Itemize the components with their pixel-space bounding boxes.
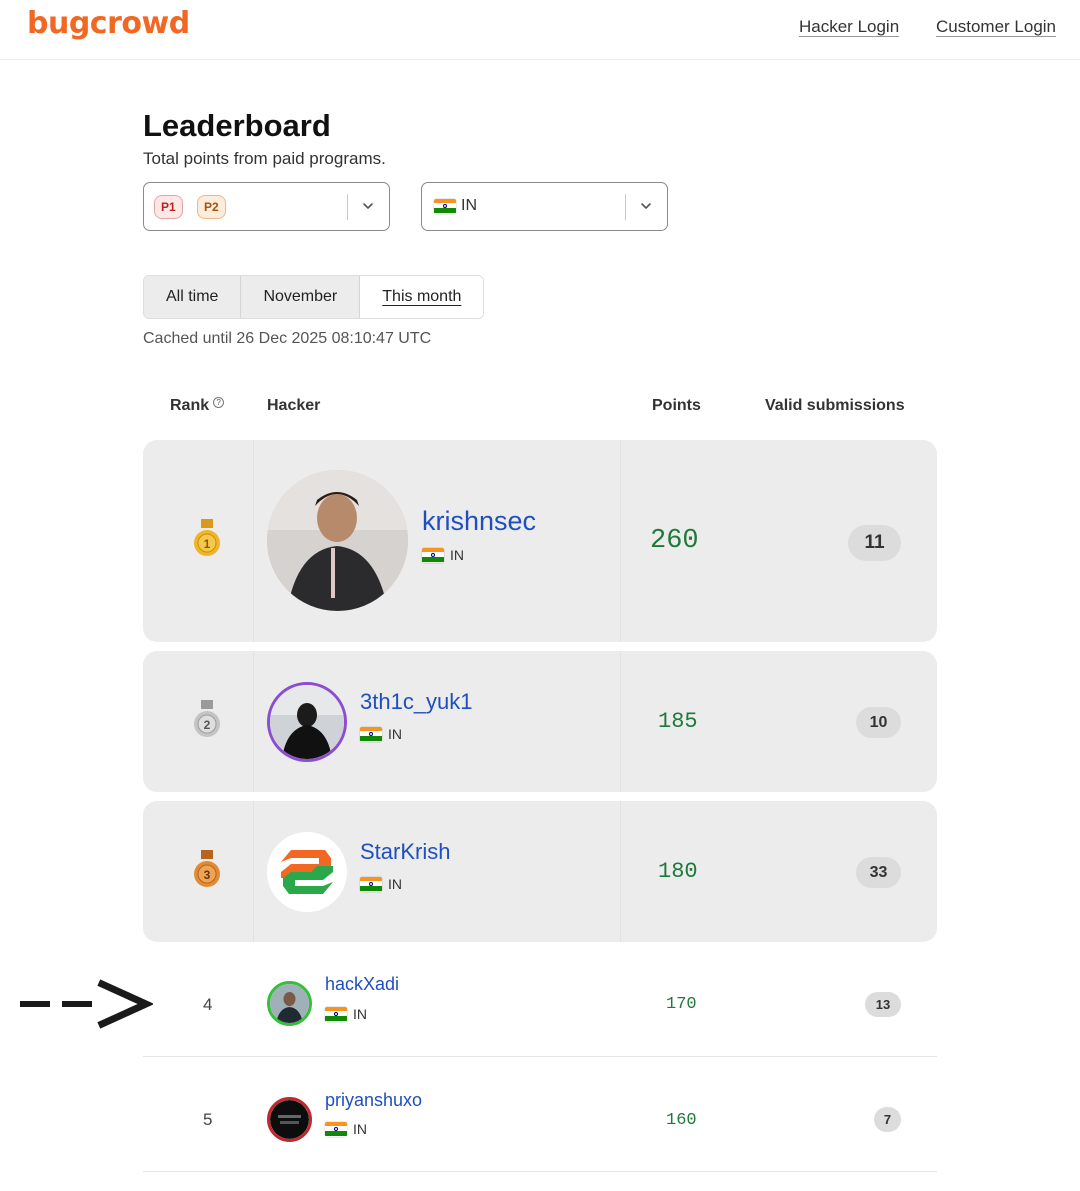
bronze-medal-icon: 3 <box>194 850 220 887</box>
avatar-photo <box>270 685 344 759</box>
country-code: IN <box>450 547 464 563</box>
avatar-priyanshuxo[interactable] <box>267 1097 312 1142</box>
gold-medal-icon: 1 <box>194 519 220 556</box>
hacker-name-link[interactable]: 3th1c_yuk1 <box>360 689 473 715</box>
avatar-photo <box>270 984 309 1023</box>
country-filter-select[interactable]: IN <box>421 182 668 231</box>
priority-pill-p2[interactable]: P2 <box>197 195 226 219</box>
india-flag-icon <box>360 726 382 742</box>
hacker-country: IN <box>325 1006 367 1022</box>
avatar-krishnsec[interactable] <box>267 470 408 611</box>
column-divider <box>620 801 621 942</box>
column-header-rank: Rank? <box>170 397 225 415</box>
valid-submissions-badge: 33 <box>856 857 901 888</box>
india-flag-icon <box>325 1006 347 1022</box>
country-code: IN <box>388 726 402 742</box>
country-code: IN <box>388 876 402 892</box>
leaderboard-row-1: 1 krishnsec IN 260 11 <box>143 440 937 642</box>
column-header-valid-submissions: Valid submissions <box>765 397 905 414</box>
hacker-name-link[interactable]: StarKrish <box>360 839 450 865</box>
avatar-3th1c-yuk1[interactable] <box>267 682 347 762</box>
page-title: Leaderboard <box>143 108 331 143</box>
hacker-country: IN <box>422 547 464 563</box>
row-divider <box>143 1056 937 1057</box>
rank-header-label: Rank <box>170 397 210 414</box>
medal-rank-3: 3 <box>204 868 211 882</box>
avatar-starkrish[interactable] <box>267 832 347 912</box>
country-code: IN <box>353 1006 367 1022</box>
medal-rank-1: 1 <box>204 537 211 551</box>
hacker-name-link[interactable]: krishnsec <box>422 506 536 537</box>
tab-november[interactable]: November <box>241 276 361 318</box>
bugcrowd-logo[interactable]: bugcrowd <box>27 6 190 41</box>
cache-status: Cached until 26 Dec 2025 08:10:47 UTC <box>143 330 432 347</box>
valid-submissions-badge: 10 <box>856 707 901 738</box>
india-flag-icon <box>360 876 382 892</box>
hacker-country: IN <box>325 1121 367 1137</box>
help-icon[interactable]: ? <box>213 397 225 408</box>
india-flag-icon <box>434 198 456 214</box>
select-divider <box>347 194 348 220</box>
rank-value: 5 <box>203 1110 213 1129</box>
country-code: IN <box>461 197 477 214</box>
avatar-logo <box>267 832 347 912</box>
priority-pill-p1[interactable]: P1 <box>154 195 183 219</box>
avatar-photo <box>267 470 408 611</box>
column-header-points: Points <box>652 397 701 414</box>
chevron-down-icon[interactable] <box>639 199 653 213</box>
chevron-down-icon[interactable] <box>361 199 375 213</box>
points-value: 260 <box>650 526 699 556</box>
avatar-logo <box>270 1100 309 1139</box>
valid-submissions-badge: 13 <box>865 992 901 1017</box>
avatar-hackxadi[interactable] <box>267 981 312 1026</box>
hacker-login-link[interactable]: Hacker Login <box>799 17 899 37</box>
arrow-annotation-icon <box>20 979 153 1029</box>
column-header-hacker: Hacker <box>267 397 321 414</box>
tab-all-time[interactable]: All time <box>144 276 242 318</box>
time-range-tabs: All time November This month <box>143 275 485 319</box>
silver-medal-icon: 2 <box>194 700 220 737</box>
valid-submissions-badge: 11 <box>848 525 901 561</box>
rank-value: 4 <box>203 995 213 1014</box>
column-divider <box>253 801 254 942</box>
hacker-name-link[interactable]: hackXadi <box>325 974 399 995</box>
points-value: 160 <box>666 1111 697 1130</box>
india-flag-icon <box>422 547 444 563</box>
column-divider <box>620 440 621 642</box>
hacker-name-link[interactable]: priyanshuxo <box>325 1090 422 1111</box>
points-value: 180 <box>658 859 698 884</box>
leaderboard-row-2: 2 3th1c_yuk1 IN 185 10 <box>143 651 937 792</box>
leaderboard-row-3: 3 StarKrish IN 180 33 <box>143 801 937 942</box>
hacker-country: IN <box>360 726 402 742</box>
select-divider <box>625 194 626 220</box>
valid-submissions-badge: 7 <box>874 1107 901 1132</box>
hacker-country: IN <box>360 876 402 892</box>
medal-rank-2: 2 <box>204 718 211 732</box>
country-value: IN <box>434 197 477 215</box>
row-divider <box>143 1171 937 1172</box>
customer-login-link[interactable]: Customer Login <box>936 17 1056 37</box>
top-navigation-bar: bugcrowd Hacker Login Customer Login <box>0 0 1080 60</box>
tab-this-month[interactable]: This month <box>360 276 484 318</box>
column-divider <box>253 440 254 642</box>
priority-filter-select[interactable]: P1 P2 <box>143 182 390 231</box>
points-value: 185 <box>658 709 698 734</box>
country-code: IN <box>353 1121 367 1137</box>
points-value: 170 <box>666 995 697 1014</box>
column-divider <box>253 651 254 792</box>
column-divider <box>620 651 621 792</box>
page-subtitle: Total points from paid programs. <box>143 149 386 168</box>
india-flag-icon <box>325 1121 347 1137</box>
